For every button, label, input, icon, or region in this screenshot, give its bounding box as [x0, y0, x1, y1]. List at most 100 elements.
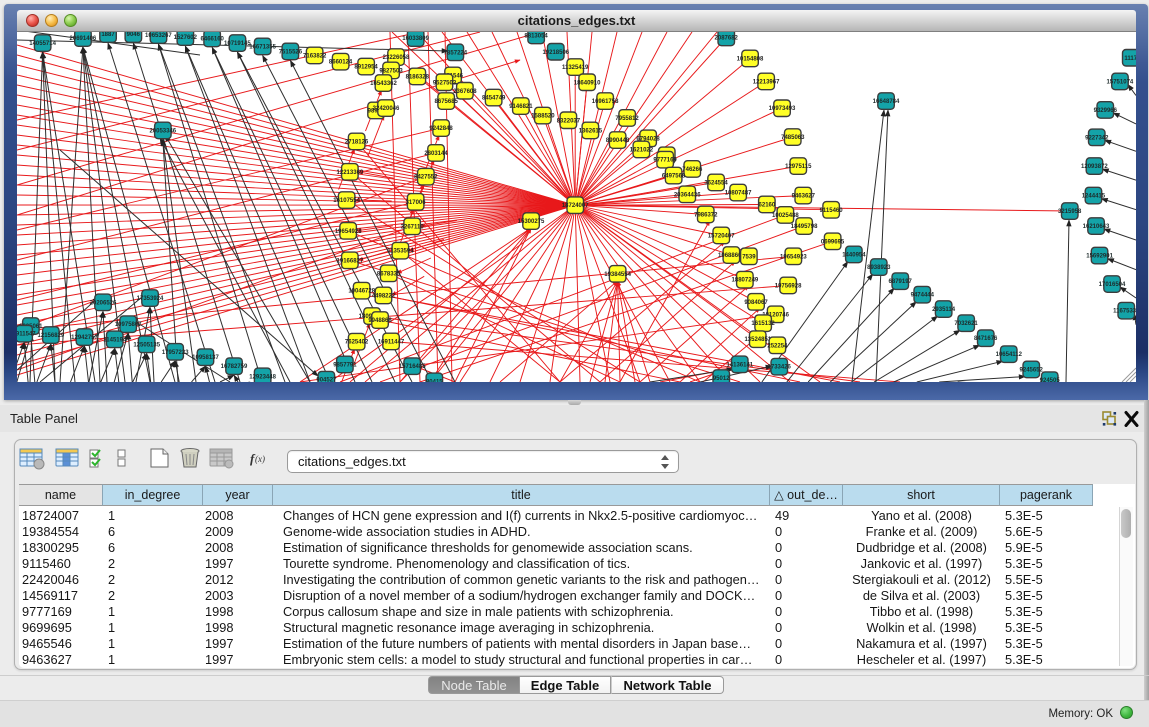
svg-text:8660124: 8660124 — [329, 60, 353, 66]
svg-text:95012: 95012 — [713, 376, 730, 382]
svg-text:(x): (x) — [255, 454, 265, 464]
svg-text:6497568: 6497568 — [662, 174, 686, 180]
svg-text:10653267: 10653267 — [145, 33, 172, 39]
svg-text:15300275: 15300275 — [518, 219, 545, 225]
svg-text:18640910: 18640910 — [574, 80, 601, 86]
svg-text:7485063: 7485063 — [781, 135, 805, 141]
svg-text:12213369: 12213369 — [337, 170, 364, 176]
svg-text:15720407: 15720407 — [708, 234, 735, 240]
svg-text:15692901: 15692901 — [1086, 254, 1113, 260]
svg-text:7163822: 7163822 — [303, 54, 327, 60]
svg-text:18807249: 18807249 — [732, 278, 759, 284]
svg-text:12923448: 12923448 — [249, 374, 276, 380]
svg-text:9242848: 9242848 — [429, 126, 453, 132]
svg-text:8471676: 8471676 — [974, 336, 998, 342]
svg-text:1588520: 1588520 — [531, 114, 555, 120]
svg-text:6879197: 6879197 — [889, 279, 913, 285]
svg-text:8322037: 8322037 — [557, 118, 581, 124]
svg-text:9948868: 9948868 — [368, 318, 392, 324]
svg-text:8938923: 8938923 — [867, 265, 891, 271]
svg-text:9474444: 9474444 — [911, 293, 935, 299]
svg-text:0699695: 0699695 — [821, 239, 845, 245]
svg-text:317006: 317006 — [406, 200, 427, 206]
svg-text:16671355: 16671355 — [249, 45, 276, 51]
svg-text:1621022: 1621022 — [630, 148, 654, 154]
svg-text:3215958: 3215958 — [1058, 209, 1082, 215]
svg-text:2087682: 2087682 — [715, 36, 739, 42]
svg-text:19218506: 19218506 — [542, 50, 569, 56]
svg-text:16033809: 16033809 — [402, 36, 429, 42]
svg-text:17957223: 17957223 — [162, 350, 189, 356]
svg-text:9115460: 9115460 — [820, 208, 844, 214]
svg-text:8912954: 8912954 — [354, 65, 378, 71]
svg-text:1440954: 1440954 — [842, 253, 866, 259]
svg-text:10654112: 10654112 — [996, 352, 1023, 358]
svg-text:15716485: 15716485 — [399, 364, 426, 370]
svg-text:10973493: 10973493 — [769, 106, 796, 112]
svg-text:20364436: 20364436 — [674, 192, 701, 198]
svg-text:1362615: 1362615 — [579, 129, 603, 135]
svg-text:10958137: 10958137 — [192, 355, 219, 361]
svg-text:9227342: 9227342 — [1085, 135, 1109, 141]
svg-text:9084067: 9084067 — [744, 300, 768, 306]
svg-text:10807487: 10807487 — [725, 191, 752, 197]
svg-text:904527: 904527 — [316, 378, 337, 382]
svg-text:8813054: 8813054 — [524, 34, 548, 40]
svg-text:12975115: 12975115 — [785, 164, 812, 170]
svg-text:16107554: 16107554 — [333, 198, 360, 204]
svg-text:20691406: 20691406 — [70, 36, 97, 42]
svg-text:9245652: 9245652 — [1020, 368, 1044, 374]
svg-text:9329966: 9329966 — [1094, 108, 1118, 114]
svg-text:16961758: 16961758 — [592, 99, 619, 105]
svg-text:16782759: 16782759 — [221, 364, 248, 370]
svg-text:7539: 7539 — [742, 254, 756, 260]
svg-text:13524851: 13524851 — [744, 337, 771, 343]
svg-text:12093872: 12093872 — [1081, 164, 1108, 170]
svg-text:19384554: 19384554 — [604, 272, 631, 278]
svg-text:9777169: 9777169 — [653, 158, 677, 164]
svg-text:2935114: 2935114 — [932, 307, 956, 313]
svg-text:80415: 80415 — [426, 379, 443, 382]
svg-text:10154808: 10154808 — [737, 57, 764, 63]
svg-text:19654923: 19654923 — [780, 254, 807, 260]
svg-text:7986372: 7986372 — [694, 213, 718, 219]
svg-text:10719145: 10719145 — [224, 41, 251, 47]
svg-text:1733426: 1733426 — [768, 365, 792, 371]
svg-text:16648784: 16648784 — [873, 99, 900, 105]
svg-text:1887: 1887 — [101, 32, 115, 38]
svg-text:62160: 62160 — [759, 203, 776, 209]
svg-text:23226058: 23226058 — [383, 55, 410, 61]
svg-text:15751074: 15751074 — [1107, 80, 1134, 86]
svg-text:12505135: 12505135 — [133, 342, 160, 348]
svg-text:252254: 252254 — [767, 343, 788, 349]
svg-text:14055714: 14055714 — [29, 41, 56, 47]
svg-text:1117: 1117 — [1124, 56, 1136, 62]
svg-text:8186328: 8186328 — [406, 75, 430, 81]
svg-text:7625402: 7625402 — [345, 340, 369, 346]
svg-text:10046728: 10046728 — [348, 289, 375, 295]
svg-text:12942757: 12942757 — [71, 335, 98, 341]
svg-text:3624554: 3624554 — [704, 180, 728, 186]
svg-text:20053346: 20053346 — [149, 129, 176, 135]
svg-text:2718126: 2718126 — [345, 140, 369, 146]
svg-text:12156829: 12156829 — [38, 333, 65, 339]
svg-text:9046: 9046 — [127, 32, 141, 38]
svg-text:11675335: 11675335 — [1113, 309, 1136, 315]
svg-text:746266: 746266 — [682, 167, 703, 173]
svg-text:18495798: 18495798 — [791, 224, 818, 230]
svg-text:20206526: 20206526 — [90, 300, 117, 306]
svg-text:11325419: 11325419 — [562, 65, 589, 71]
svg-text:8678335: 8678335 — [377, 271, 401, 277]
svg-text:22420046: 22420046 — [373, 106, 400, 112]
svg-text:3911547: 3911547 — [17, 332, 36, 338]
svg-text:7955812: 7955812 — [615, 116, 639, 122]
svg-text:7857224: 7857224 — [444, 50, 468, 56]
svg-text:16911447: 16911447 — [378, 340, 405, 346]
svg-text:1615132: 1615132 — [751, 321, 775, 327]
svg-text:9463627: 9463627 — [792, 194, 816, 200]
svg-text:8675685: 8675685 — [435, 99, 459, 105]
svg-text:3267110: 3267110 — [401, 224, 425, 230]
svg-text:12213967: 12213967 — [753, 80, 780, 86]
svg-text:18724007: 18724007 — [562, 203, 589, 209]
svg-text:2803144: 2803144 — [424, 151, 448, 157]
